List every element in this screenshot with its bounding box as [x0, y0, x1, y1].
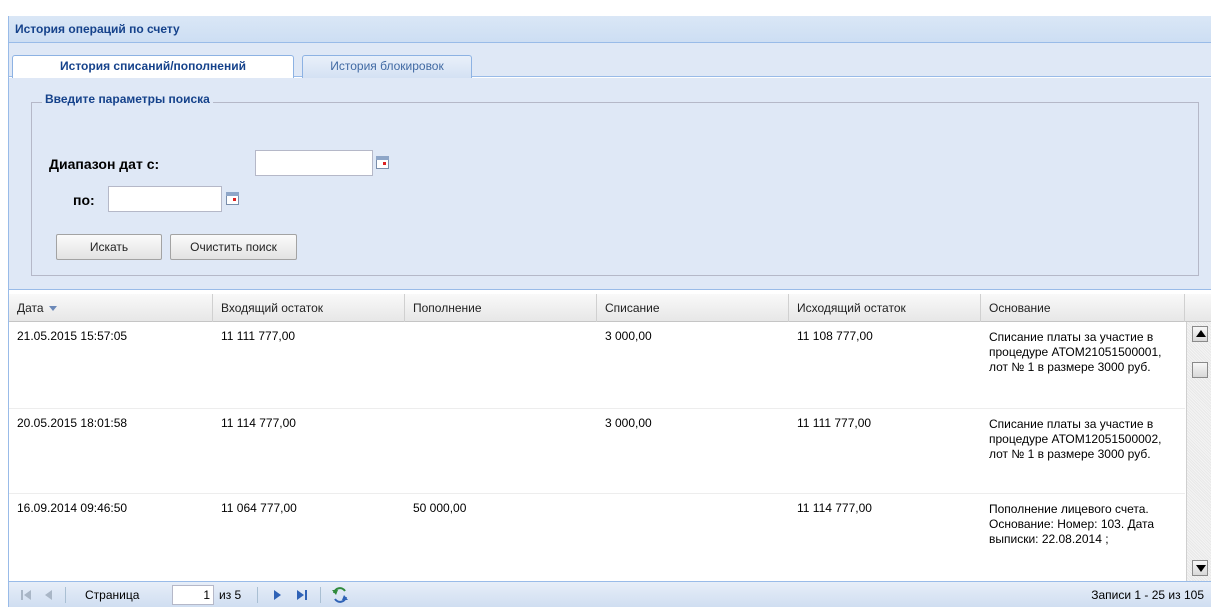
grid-header: Дата Входящий остаток Пополнение Списани…: [9, 294, 1211, 322]
prev-page-icon[interactable]: [43, 582, 55, 608]
cell-incoming-balance: 11 114 777,00: [221, 416, 296, 430]
cell-date: 20.05.2015 18:01:58: [17, 416, 128, 430]
tab-blocking-history[interactable]: История блокировок: [302, 55, 472, 78]
cell-outgoing-balance: 11 108 777,00: [797, 329, 873, 343]
pagination-toolbar: Страница из 5 Записи 1 - 25 из 105: [9, 581, 1211, 607]
records-summary: Записи 1 - 25 из 105: [1091, 588, 1204, 602]
search-form: Введите параметры поиска Диапазон дат с:…: [9, 78, 1211, 290]
cell-replenishment: 50 000,00: [413, 501, 467, 515]
first-page-icon[interactable]: [19, 582, 33, 608]
column-header-date[interactable]: Дата: [9, 294, 213, 322]
column-header-replenishment[interactable]: Пополнение: [405, 294, 597, 322]
cell-incoming-balance: 11 064 777,00: [221, 501, 297, 515]
scroll-down-button[interactable]: [1192, 560, 1208, 576]
page-label: Страница: [85, 588, 140, 602]
clear-search-button[interactable]: Очистить поиск: [170, 234, 297, 260]
cell-outgoing-balance: 11 114 777,00: [797, 501, 872, 515]
grid-body: 21.05.2015 15:57:05 11 111 777,00 3 000,…: [9, 322, 1185, 581]
panel-title: История операций по счету: [9, 16, 1211, 43]
search-button[interactable]: Искать: [56, 234, 162, 260]
cell-basis: Списание платы за участие в процедуре АТ…: [989, 417, 1162, 461]
arrow-down-icon: [1196, 565, 1206, 572]
date-to-label: по:: [73, 192, 95, 208]
account-history-panel: История операций по счету История списан…: [8, 16, 1211, 607]
page-number-input[interactable]: [172, 585, 214, 605]
cell-writeoff: 3 000,00: [605, 416, 652, 430]
table-row[interactable]: 16.09.2014 09:46:50 11 064 777,00 50 000…: [9, 494, 1185, 581]
cell-writeoff: 3 000,00: [605, 329, 652, 343]
sort-desc-icon: [48, 306, 57, 312]
column-header-incoming-balance[interactable]: Входящий остаток: [213, 294, 405, 322]
page-count: из 5: [219, 588, 242, 602]
date-to-calendar-icon[interactable]: [224, 190, 242, 208]
search-legend: Введите параметры поиска: [42, 92, 213, 106]
refresh-icon[interactable]: [331, 582, 349, 608]
cell-date: 16.09.2014 09:46:50: [17, 501, 128, 515]
grid-scrollbar[interactable]: [1186, 322, 1211, 581]
pager-separator: [65, 587, 66, 603]
tab-writeoffs-replenishments[interactable]: История списаний/пополнений: [12, 55, 294, 79]
pager-separator: [257, 587, 258, 603]
date-from-calendar-icon[interactable]: [374, 154, 392, 172]
column-header-spacer: [1185, 294, 1211, 322]
date-to-input[interactable]: [108, 186, 222, 212]
table-row[interactable]: 21.05.2015 15:57:05 11 111 777,00 3 000,…: [9, 322, 1185, 409]
date-from-input[interactable]: [255, 150, 373, 176]
next-page-icon[interactable]: [271, 582, 283, 608]
cell-date: 21.05.2015 15:57:05: [17, 329, 128, 343]
tab-strip: История списаний/пополнений История блок…: [9, 43, 1211, 79]
table-row[interactable]: 20.05.2015 18:01:58 11 114 777,00 3 000,…: [9, 409, 1185, 494]
cell-outgoing-balance: 11 111 777,00: [797, 416, 872, 430]
date-from-label: Диапазон дат с:: [49, 156, 160, 172]
pager-separator: [320, 587, 321, 603]
scroll-thumb[interactable]: [1192, 362, 1208, 378]
arrow-up-icon: [1196, 330, 1206, 337]
column-header-writeoff[interactable]: Списание: [597, 294, 789, 322]
column-header-basis[interactable]: Основание: [981, 294, 1185, 322]
cell-basis: Списание платы за участие в процедуре АТ…: [989, 330, 1162, 374]
scroll-up-button[interactable]: [1192, 326, 1208, 342]
cell-incoming-balance: 11 111 777,00: [221, 329, 296, 343]
column-header-outgoing-balance[interactable]: Исходящий остаток: [789, 294, 981, 322]
last-page-icon[interactable]: [295, 582, 309, 608]
cell-basis: Пополнение лицевого счета. Основание: Но…: [989, 502, 1155, 546]
